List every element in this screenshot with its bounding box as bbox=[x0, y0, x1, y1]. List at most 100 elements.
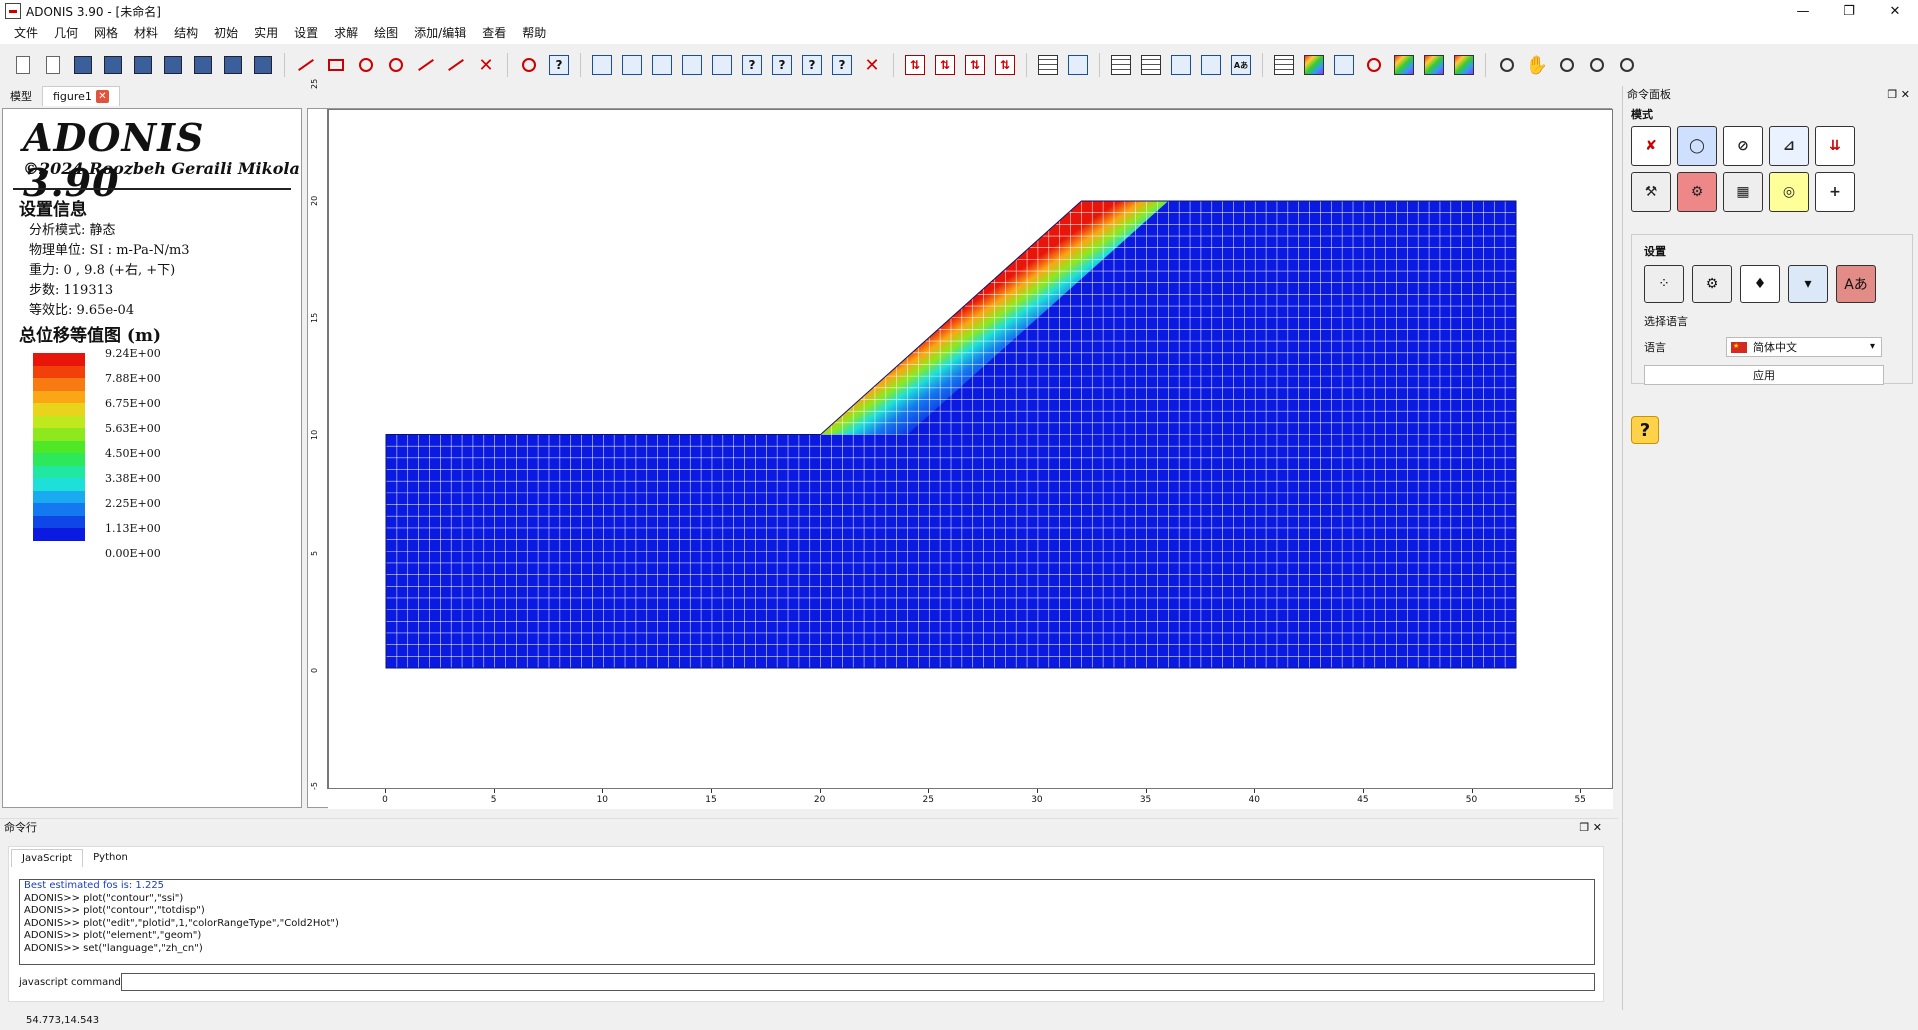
zoom-fit-icon[interactable] bbox=[1495, 53, 1519, 77]
boundary-icon[interactable] bbox=[517, 53, 541, 77]
clear-icon[interactable]: ✕ bbox=[860, 53, 884, 77]
print-icon[interactable] bbox=[221, 53, 245, 77]
mesh-settings-icon[interactable]: ⚙ bbox=[1692, 265, 1732, 303]
load-icon[interactable] bbox=[710, 53, 734, 77]
menu-help[interactable]: 帮助 bbox=[514, 22, 554, 44]
menu-file[interactable]: 文件 bbox=[6, 22, 46, 44]
chart-icon[interactable] bbox=[1066, 53, 1090, 77]
menu-solve[interactable]: 求解 bbox=[326, 22, 366, 44]
printer-icon[interactable] bbox=[251, 53, 275, 77]
menu-mesh[interactable]: 网格 bbox=[86, 22, 126, 44]
material-icon[interactable] bbox=[1169, 53, 1193, 77]
query4-icon[interactable]: ? bbox=[830, 53, 854, 77]
gear-mode-icon[interactable]: ⚙ bbox=[1677, 172, 1717, 212]
apply-button[interactable]: 应用 bbox=[1644, 365, 1884, 385]
calculator-mode-icon[interactable]: ▦ bbox=[1723, 172, 1763, 212]
x-tick-mark bbox=[385, 789, 386, 793]
menu-geometry[interactable]: 几何 bbox=[46, 22, 86, 44]
tab-close-icon[interactable]: ✕ bbox=[95, 90, 109, 103]
x-tick-label: 15 bbox=[705, 795, 717, 805]
table-icon[interactable] bbox=[1036, 53, 1060, 77]
tab-python[interactable]: Python bbox=[83, 849, 138, 867]
analysis-mode: 分析模式: 静态 bbox=[29, 223, 116, 238]
layer-icon[interactable] bbox=[1199, 53, 1223, 77]
tab-figure1[interactable]: figure1 ✕ bbox=[42, 86, 120, 106]
save-icon[interactable] bbox=[71, 53, 95, 77]
layer-settings-icon[interactable]: ▾ bbox=[1788, 265, 1828, 303]
add-mode-icon[interactable]: + bbox=[1815, 172, 1855, 212]
menu-view[interactable]: 查看 bbox=[474, 22, 514, 44]
help-button[interactable]: ? bbox=[1631, 416, 1659, 444]
element-settings-icon[interactable]: ⁘ bbox=[1644, 265, 1684, 303]
support3-icon[interactable]: ⇅ bbox=[963, 53, 987, 77]
elem-icon[interactable] bbox=[1109, 53, 1133, 77]
open-icon[interactable] bbox=[41, 53, 65, 77]
contour-icon[interactable] bbox=[1302, 53, 1326, 77]
export-icon[interactable] bbox=[191, 53, 215, 77]
zoom-in-icon[interactable] bbox=[1585, 53, 1609, 77]
zoom-out-icon[interactable] bbox=[1615, 53, 1639, 77]
palette-icon[interactable] bbox=[1452, 53, 1476, 77]
circle-icon[interactable] bbox=[354, 53, 378, 77]
slope-mode-icon[interactable]: ⊿ bbox=[1769, 126, 1809, 166]
vector-icon[interactable] bbox=[1332, 53, 1356, 77]
menu-material[interactable]: 材料 bbox=[126, 22, 166, 44]
panel-float-close-icon[interactable]: ❐ ✕ bbox=[1887, 86, 1910, 104]
boundary-mode-icon[interactable]: ◯ bbox=[1677, 126, 1717, 166]
command-input[interactable] bbox=[121, 973, 1595, 991]
line-icon[interactable] bbox=[294, 53, 318, 77]
surface-mode-icon[interactable]: ⊘ bbox=[1723, 126, 1763, 166]
menu-settings[interactable]: 设置 bbox=[286, 22, 326, 44]
language-select[interactable]: 简体中文 ▾ bbox=[1726, 337, 1882, 357]
close-button[interactable]: ✕ bbox=[1872, 0, 1918, 22]
zoom-icon[interactable] bbox=[1555, 53, 1579, 77]
query3-icon[interactable]: ? bbox=[800, 53, 824, 77]
maximize-button[interactable]: ❐ bbox=[1826, 0, 1872, 22]
menu-structure[interactable]: 结构 bbox=[166, 22, 206, 44]
menu-plot[interactable]: 绘图 bbox=[366, 22, 406, 44]
help-q-icon[interactable]: ? bbox=[547, 53, 571, 77]
box-icon[interactable] bbox=[161, 53, 185, 77]
legend-swatch bbox=[33, 353, 85, 366]
menu-initial[interactable]: 初始 bbox=[206, 22, 246, 44]
hand-icon[interactable]: ✋ bbox=[1525, 53, 1549, 77]
material-settings-icon[interactable]: ♦ bbox=[1740, 265, 1780, 303]
delete-icon[interactable]: ✕ bbox=[474, 53, 498, 77]
query1-icon[interactable]: ? bbox=[740, 53, 764, 77]
surface-icon[interactable] bbox=[590, 53, 614, 77]
menu-add-edit[interactable]: 添加/编辑 bbox=[406, 22, 474, 44]
support2-icon[interactable]: ⇅ bbox=[933, 53, 957, 77]
fix-xy-icon[interactable] bbox=[680, 53, 704, 77]
support1-icon[interactable]: ⇅ bbox=[903, 53, 927, 77]
arc-icon-glyph bbox=[389, 58, 403, 72]
arc-icon[interactable] bbox=[384, 53, 408, 77]
fix-x-icon[interactable] bbox=[620, 53, 644, 77]
minimize-button[interactable]: — bbox=[1780, 0, 1826, 22]
language-settings-icon[interactable]: Aあ bbox=[1836, 265, 1876, 303]
new-icon[interactable] bbox=[11, 53, 35, 77]
rect-icon[interactable] bbox=[324, 53, 348, 77]
plot-canvas[interactable] bbox=[328, 109, 1613, 789]
tab-javascript[interactable]: JavaScript bbox=[11, 849, 84, 867]
calc-icon[interactable] bbox=[1272, 53, 1296, 77]
graph-icon[interactable] bbox=[1422, 53, 1446, 77]
query2-icon[interactable]: ? bbox=[770, 53, 794, 77]
measure-icon[interactable] bbox=[414, 53, 438, 77]
cmdline-float-close-icon[interactable]: ❐ ✕ bbox=[1579, 819, 1602, 837]
text-icon[interactable]: Aあ bbox=[1229, 53, 1253, 77]
load-mode-icon[interactable]: ⇊ bbox=[1815, 126, 1855, 166]
tab-model[interactable]: 模型 bbox=[0, 86, 42, 106]
flow-icon[interactable] bbox=[1392, 53, 1416, 77]
distance-icon[interactable] bbox=[444, 53, 468, 77]
ring-icon[interactable] bbox=[1362, 53, 1386, 77]
tools-mode-icon[interactable]: ⚒ bbox=[1631, 172, 1671, 212]
support4-icon[interactable]: ⇅ bbox=[993, 53, 1017, 77]
fix-y-icon[interactable] bbox=[650, 53, 674, 77]
contour-mode-icon[interactable]: ◎ bbox=[1769, 172, 1809, 212]
command-log[interactable]: Best estimated fos is: 1.225 ADONIS>> pl… bbox=[19, 879, 1595, 965]
delete-mode-icon[interactable]: ✘ bbox=[1631, 126, 1671, 166]
dxf-icon[interactable] bbox=[101, 53, 125, 77]
node-icon[interactable] bbox=[1139, 53, 1163, 77]
menu-utility[interactable]: 实用 bbox=[246, 22, 286, 44]
import-icon[interactable] bbox=[131, 53, 155, 77]
